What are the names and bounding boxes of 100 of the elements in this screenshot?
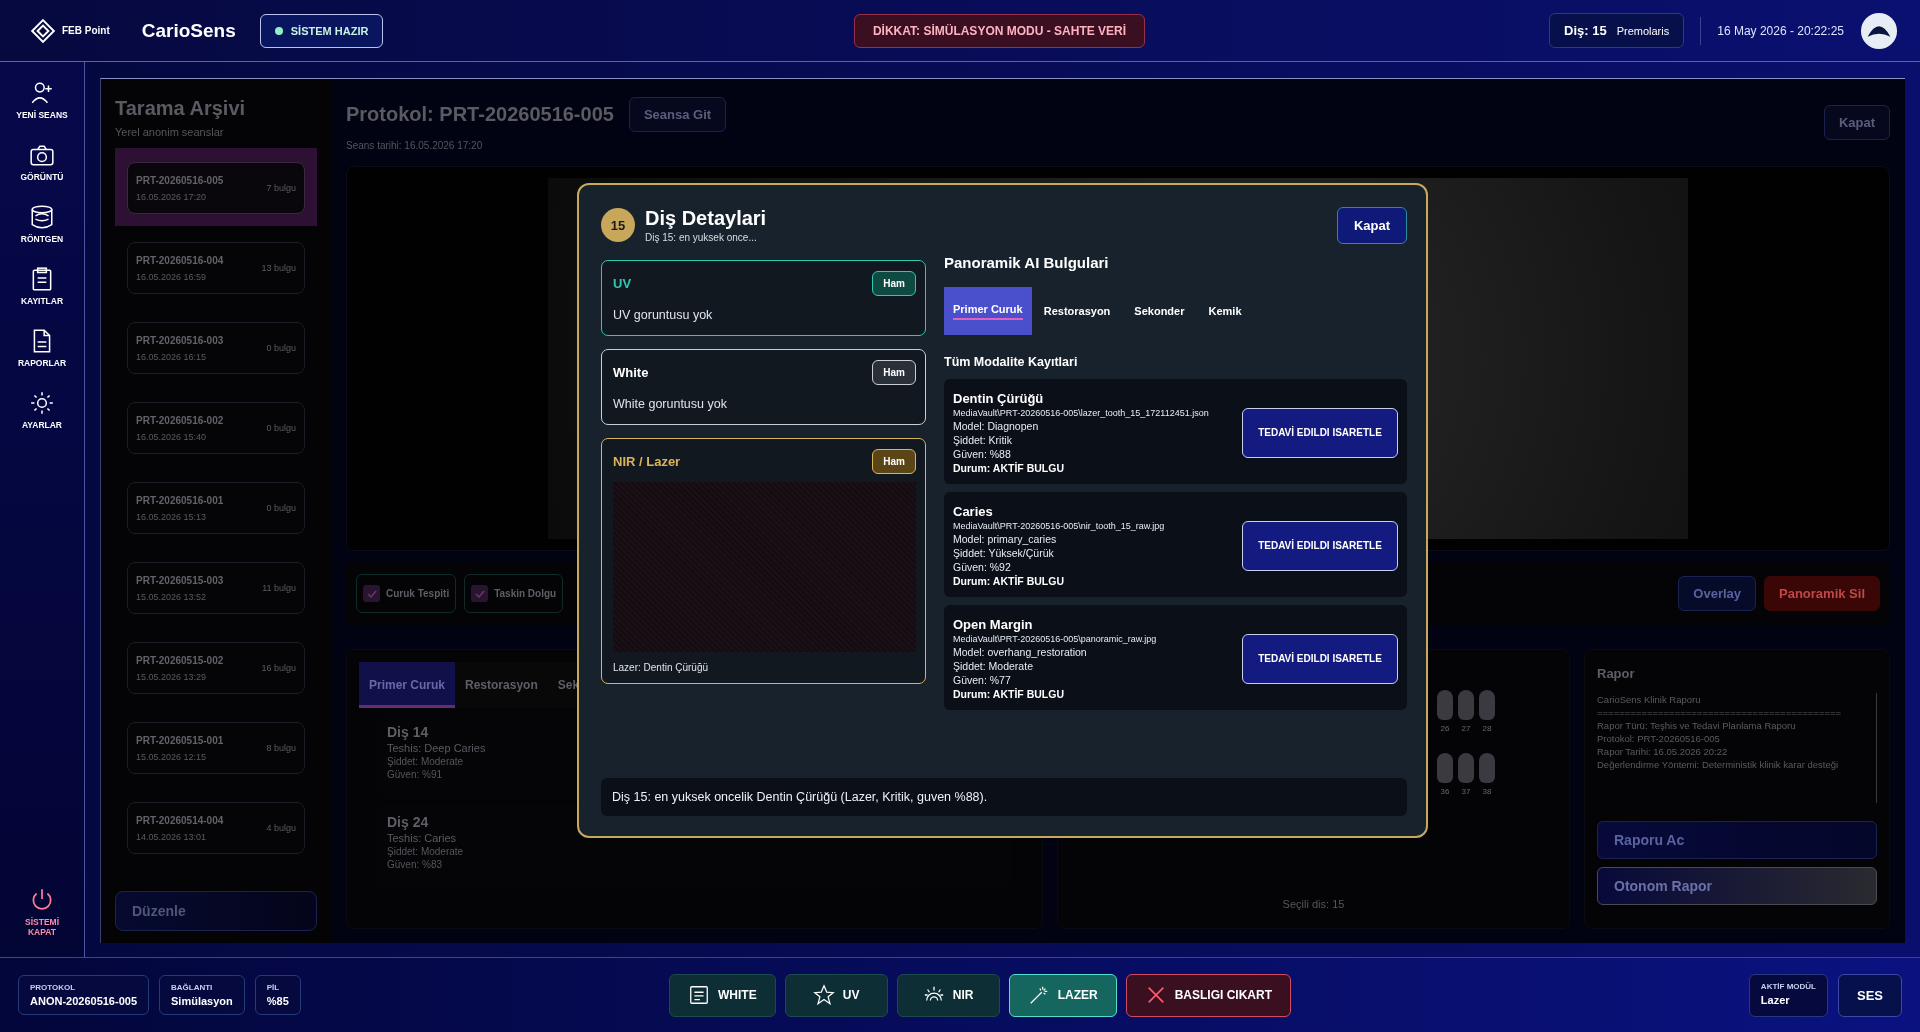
session-date: 16.05.2026 16:59 [136,271,208,282]
info-value: Lazer [1760,993,1791,1006]
auto-report-button[interactable]: Otonom Rapor [1597,867,1877,905]
session-date: 16.05.2026 16:15 [136,351,208,362]
dialog-subtitle: Diş 15: en yuksek once... [645,232,758,243]
nav-item[interactable]: RAPORLAR [7,328,77,368]
sound-button[interactable]: SES [1837,973,1902,1017]
info-label: PROTOKOL [30,983,77,992]
tooth-icon[interactable] [1437,753,1453,783]
record-title: Caries [953,504,994,519]
finding-count: 16 bulgu [261,663,296,673]
status-dot-icon [274,26,283,35]
record-model: Model: overhang_restoration [953,646,1088,658]
remove-header-button[interactable]: BASLIGI CIKART [1125,973,1291,1017]
nav-item[interactable]: YENİ SEANS [7,80,77,120]
overlay-button[interactable]: Overlay [1678,576,1756,611]
nav-item[interactable]: GÖRÜNTÜ [7,142,77,182]
finding-tooth: Diş 14 [387,724,430,740]
finding-count: 8 bulgu [266,743,296,753]
layer-toggle[interactable]: Curuk Tespiti [356,574,457,613]
record-title: Open Margin [953,617,1034,632]
findings-tab[interactable]: Restorasyon [1031,287,1123,335]
tooth-number-badge: 15 [601,208,635,242]
mark-treated-button[interactable]: TEDAVİ EDILDI ISARETLE [1242,520,1398,571]
tooth-number: 26 [1440,724,1450,733]
mode-button[interactable]: WHITE [669,973,776,1017]
info-label: AKTİF MODÜL [1760,981,1816,991]
xray-icon [29,204,55,230]
findings-tab[interactable]: Primer Curuk [944,287,1032,335]
document-icon [688,984,710,1006]
findings-tab[interactable]: Kemik [1196,287,1254,335]
session-date: 14.05.2026 13:01 [136,831,208,842]
logo-text: FEB Point [62,25,110,36]
session-date: 16.05.2026 17:20 [136,191,208,202]
modality-title: White [613,365,649,380]
file-path: MediaVault\PRT-20260516-005\nir_tooth_15_raw.jpg [953,521,1165,531]
file-path: MediaVault\PRT-20260516-005\lazer_tooth_15_172112451.json [953,408,1209,418]
raw-tag: Ham [872,360,916,385]
mark-treated-button[interactable]: TEDAVİ EDILDI ISARETLE [1242,633,1398,684]
session-date: Seans tarihi: 16.05.2026 17:20 [346,140,484,151]
session-id: PRT-20260514-004 [136,814,224,826]
avatar-icon[interactable] [1860,11,1898,50]
mode-button[interactable]: UV [784,973,888,1017]
session-id: PRT-20260516-002 [136,414,224,426]
mode-button[interactable]: NIR [896,973,1000,1017]
session-date: 15.05.2026 12:15 [136,751,208,762]
finding-tooth: Diş 24 [387,814,430,830]
finding-confidence: Güven: %91 [387,769,444,780]
report-title: Rapor [1597,666,1636,681]
tooth-icon[interactable] [1458,690,1474,720]
record-title: Dentin Çürüğü [953,391,1045,406]
tooth-icon[interactable] [1479,753,1495,783]
date-time: 16 May 2026 - 20:22:25 [1717,23,1844,38]
report-line: ============================================ [1597,706,1843,719]
tooth-icon[interactable] [1479,690,1495,720]
record-model: Model: Diagnopen [953,420,1040,432]
findings-tab[interactable]: Sekonder [1122,287,1197,335]
simulation-warning: DİKKAT: SİMÜLASYON MODU - SAHTE VERİ [853,13,1146,48]
user-icon [29,80,55,106]
shutdown-button[interactable]: SİSTEMİ KAPAT [7,887,77,937]
nav-item[interactable]: KAYITLAR [7,266,77,306]
session-date: 16.05.2026 15:13 [136,511,208,522]
finding-count: 13 bulgu [261,263,296,273]
open-report-button[interactable]: Raporu Ac [1597,821,1877,859]
report-line: CarioSens Klinik Raporu [1597,693,1702,706]
summary-text: Diş 15: en yuksek oncelik Dentin Çürüğü (Lazer, Kritik, guven %88). [601,778,1407,816]
tooth-number: 36 [1440,787,1450,796]
info-value: %85 [266,995,289,1007]
findings-tab[interactable]: Primer Curuk [359,662,456,708]
close-button[interactable]: Kapat [1336,207,1407,244]
finding-count: 0 bulgu [266,503,296,513]
tooth-icon[interactable] [1437,690,1453,720]
selected-tooth-text: Seçili dis: 15 [1281,898,1346,912]
dialog-title: Diş Detaylari [645,207,767,230]
mark-treated-button[interactable]: TEDAVİ EDILDI ISARETLE [1242,407,1398,458]
report-line: Rapor Türü: Teşhis ve Tedavi Planlama Raporu [1597,719,1797,732]
record-confidence: Güven: %92 [953,561,1012,573]
section-title: Panoramik AI Bulgulari [944,254,1110,271]
session-id: PRT-20260515-001 [136,734,224,746]
session-date: 16.05.2026 15:40 [136,431,208,442]
mode-button[interactable]: LAZER [1008,973,1117,1017]
record-status: Durum: AKTİF BULGU [953,688,1065,700]
archive-item[interactable]: PRT-20260516-005 16.05.2026 17:20 7 bulgu [115,148,317,226]
star-icon [812,984,835,1006]
info-value: ANON-20260516-005 [30,995,137,1007]
nav-item[interactable]: RÖNTGEN [7,204,77,244]
record-model: Model: primary_caries [953,533,1058,545]
record-status: Durum: AKTİF BULGU [953,462,1065,474]
record-severity: Şiddet: Yüksek/Çürük [953,547,1055,559]
finding-count: 4 bulgu [266,823,296,833]
archive-title: Tarama Arşivi [115,97,247,120]
finding-count: 0 bulgu [266,343,296,353]
layer-toggle[interactable]: Taskin Dolgu [464,574,564,613]
tooth-icon[interactable] [1458,753,1474,783]
checkbox[interactable] [363,585,380,602]
delete-panoramic-button[interactable]: Panoramik Sil [1764,576,1880,611]
tooth-number: 27 [1461,724,1471,733]
checkbox[interactable] [471,585,489,602]
nav-item[interactable]: AYARLAR [7,390,77,430]
raw-tag: Ham [872,449,916,474]
